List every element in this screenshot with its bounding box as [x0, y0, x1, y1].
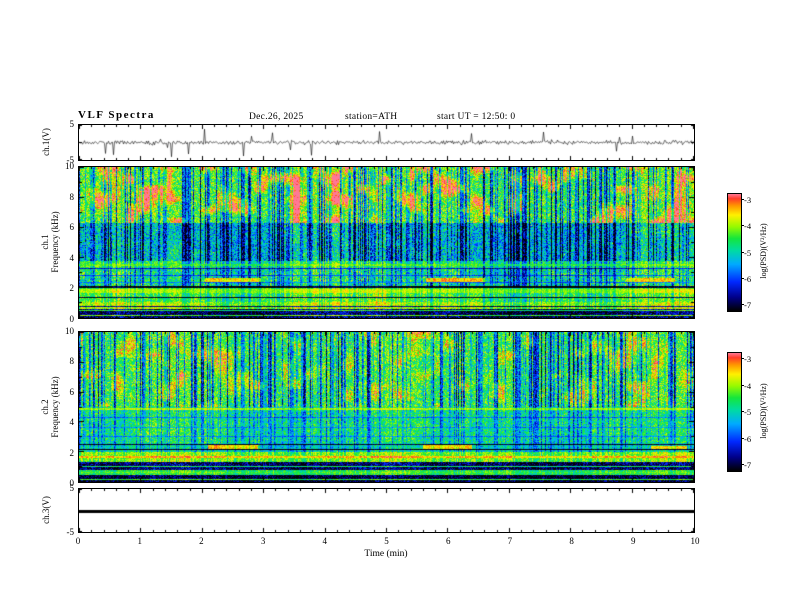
colorbar-ch1 — [727, 193, 742, 312]
ch2-freq-axis-label-line2: Frequency (kHz) — [50, 376, 60, 438]
colorbar-ch1-gradient — [728, 194, 741, 311]
ch1-waveform-panel — [78, 124, 695, 161]
colorbar-ch2-gradient — [728, 353, 741, 471]
spec2-freq-tick-label: 4 — [69, 417, 75, 428]
wave-volt-tick-label-top: 5 — [69, 119, 75, 129]
ch1-volt-axis-label: ch.1(V) — [41, 128, 51, 156]
time-tick-label: 6 — [445, 536, 451, 546]
time-tick-label: 10 — [690, 536, 700, 546]
ch1-freq-axis-label-line1: ch.1 — [40, 234, 50, 250]
ch2-spectrogram-panel — [78, 331, 695, 483]
time-tick-label: 8 — [569, 536, 574, 546]
time-tick-label: 0 — [75, 536, 81, 546]
colorbar-tick-label: -5 — [744, 407, 752, 417]
spec2-freq-tick-label: 10 — [65, 326, 74, 336]
ch3-volt-tick-label-bottom: -5 — [66, 527, 75, 537]
spec1-freq-tick-label: 8 — [69, 191, 75, 202]
colorbar-tick-label: -3 — [744, 354, 752, 364]
colorbar-tick-label: -7 — [744, 460, 752, 470]
time-tick-label: 1 — [137, 536, 142, 546]
colorbar-ch1-label: log(PSD)(V²/Hz) — [759, 223, 768, 279]
time-tick-label: 3 — [260, 536, 266, 546]
time-tick-label: 7 — [507, 536, 513, 546]
plot-title: VLF Spectra — [78, 109, 155, 121]
station-label: station=ATH — [345, 112, 398, 122]
colorbar-tick-label: -4 — [744, 221, 752, 232]
colorbar-tick-label: -3 — [744, 195, 752, 205]
colorbar-tick-label: -4 — [744, 380, 752, 391]
spec2-freq-tick-label: 6 — [69, 386, 75, 397]
spec1-freq-tick-label: 4 — [69, 252, 75, 263]
time-tick-label: 2 — [199, 536, 204, 546]
start-ut-label: start UT = 12:50: 0 — [437, 112, 516, 122]
ch3-waveform-panel — [78, 488, 695, 533]
ch3-waveform-canvas — [79, 489, 694, 532]
spec2-freq-tick-label: 2 — [69, 447, 75, 458]
ch1-freq-axis-label-line2: Frequency (kHz) — [50, 211, 60, 273]
time-tick-label: 4 — [322, 536, 328, 546]
colorbar-ch2-label: log(PSD)(V²/Hz) — [759, 383, 768, 439]
time-tick-label: 9 — [631, 536, 636, 546]
ch1-spectrogram-canvas — [79, 167, 694, 318]
ch1-spectrogram-panel — [78, 166, 695, 319]
vlf-spectra-figure: VLF Spectra Dec.26, 2025 station=ATH sta… — [0, 0, 792, 612]
time-tick-label: 5 — [384, 536, 389, 546]
time-axis-label: Time (min) — [364, 549, 408, 559]
ch1-freq-axis-label: ch.1 Frequency (kHz) — [40, 211, 60, 272]
ch2-freq-axis-label: ch.2 Frequency (kHz) — [40, 376, 60, 437]
colorbar-tick-label: -7 — [744, 300, 752, 310]
spec1-freq-tick-label: 6 — [69, 222, 75, 233]
ch2-spectrogram-canvas — [79, 332, 694, 482]
ch3-volt-tick-label-top: 5 — [69, 483, 75, 493]
ch2-freq-axis-label-line1: ch.2 — [40, 399, 50, 415]
date-label: Dec.26, 2025 — [249, 112, 304, 122]
ch3-volt-axis-label: ch.3(V) — [41, 496, 51, 524]
spec1-freq-tick-label: 2 — [69, 283, 75, 294]
spec2-freq-tick-label: 8 — [69, 356, 75, 367]
colorbar-tick-label: -6 — [744, 433, 752, 444]
colorbar-tick-label: -5 — [744, 247, 752, 258]
ch1-waveform-canvas — [79, 125, 694, 160]
wave-volt-tick-label-bottom: -5 — [66, 155, 75, 165]
spec1-freq-tick-label: 0 — [69, 314, 75, 324]
colorbar-tick-label: -6 — [744, 273, 752, 284]
colorbar-ch2 — [727, 352, 742, 472]
